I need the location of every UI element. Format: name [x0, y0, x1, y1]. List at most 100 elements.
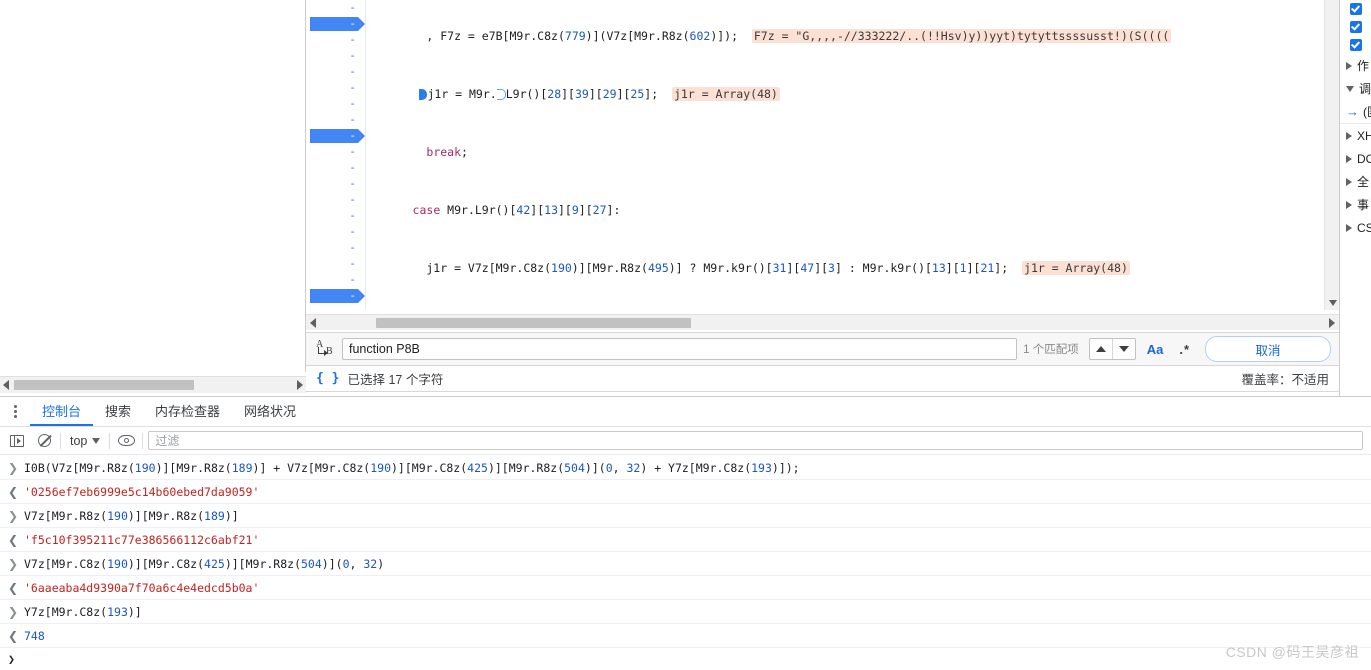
gutter-line[interactable]: - [306, 32, 365, 48]
debugger-section-4[interactable]: DO [1340, 147, 1371, 170]
debugger-section-label: DO [1357, 151, 1371, 166]
drawer-tab-bar: 控制台 搜索 内存检查器 网络状况 [0, 397, 1371, 427]
console-input-row[interactable]: ❯ I0B(V7z[M9r.R8z(190)][M9r.R8z(189)] + V… [0, 456, 1371, 480]
gutter-breakpoint[interactable]: - [306, 16, 365, 32]
console-output-row[interactable]: ❮ '6aaeaba4d9390a7f70a6c4e4edcd5b0a' [0, 576, 1371, 600]
regex-toggle[interactable]: .* [1174, 342, 1195, 357]
gutter-line[interactable]: - [306, 272, 365, 288]
breakpoint-checkbox-row[interactable] [1340, 0, 1371, 18]
code-line[interactable]: , F7z = e7B[M9r.C8z(779)](V7z[M9r.R8z(60… [367, 28, 1339, 44]
gutter-line[interactable]: - [306, 192, 365, 208]
scrollbar-thumb[interactable] [376, 318, 691, 328]
chevron-down-icon [1346, 85, 1354, 92]
drawer-tab-控制台[interactable]: 控制台 [30, 397, 94, 426]
gutter-breakpoint[interactable]: - [306, 128, 365, 144]
live-expression-button[interactable] [115, 430, 137, 452]
debugger-section-7[interactable]: CS [1340, 216, 1371, 239]
code-line[interactable]: j1r = M9r. L9r()[28][39][29][25]; j1r = A… [367, 86, 1339, 102]
gutter-line[interactable]: - [306, 144, 365, 160]
scroll-left-arrow-icon[interactable] [310, 318, 316, 328]
code-line[interactable]: case M9r.L9r()[42][13][9][27]: [367, 202, 1339, 218]
toolbar-divider [109, 432, 111, 449]
scroll-down-arrow-icon[interactable] [1329, 300, 1337, 306]
code-content[interactable]: , F7z = e7B[M9r.C8z(779)](V7z[M9r.R8z(60… [367, 0, 1339, 310]
gutter-line[interactable]: - [306, 240, 365, 256]
drawer-tab-网络状况[interactable]: 网络状况 [232, 397, 308, 426]
console-output-row[interactable]: ❮ 'f5c10f395211c77e386566112c6abf21' [0, 528, 1371, 552]
drawer-tab-内存检查器[interactable]: 内存检查器 [143, 397, 232, 426]
editor-vertical-scrollbar[interactable] [1324, 0, 1339, 310]
code-editor[interactable]: - - - - - - - - - - - - - - - - - - - - , F7z = e7B[M9r.C8z… [306, 0, 1339, 310]
navigator-horizontal-scrollbar[interactable] [0, 376, 306, 393]
code-line[interactable]: break; [367, 144, 1339, 160]
console-prompt-row[interactable]: ❯ [0, 648, 1371, 670]
console-input-row[interactable]: ❯ Y7z[M9r.C8z(193)] [0, 600, 1371, 624]
cancel-button[interactable]: 取消 [1205, 336, 1331, 362]
console-sidebar-toggle-button[interactable] [6, 430, 28, 452]
breakpoint-checkbox-row[interactable] [1340, 18, 1371, 36]
console-log[interactable]: ❯ I0B(V7z[M9r.R8z(190)][M9r.R8z(189)] + V… [0, 456, 1371, 670]
console-input-row[interactable]: ❯ V7z[M9r.R8z(190)][M9r.R8z(189)] [0, 504, 1371, 528]
gutter-line-number: - [349, 273, 356, 286]
result-arrow-icon: ❮ [8, 628, 19, 643]
scroll-left-arrow-icon[interactable] [3, 380, 9, 390]
more-options-icon[interactable] [6, 399, 24, 425]
expand-value-icon[interactable] [496, 89, 506, 100]
gutter-line[interactable]: - [306, 208, 365, 224]
checkbox-checked-icon[interactable] [1350, 39, 1362, 51]
debugger-section-1[interactable]: 调 [1340, 77, 1371, 100]
drawer-tab-搜索[interactable]: 搜索 [93, 397, 143, 426]
gutter-line-number: - [349, 209, 356, 222]
match-case-toggle[interactable]: Aa [1142, 342, 1169, 357]
replace-a-b-icon[interactable]: A B [314, 338, 336, 360]
debugger-section-6[interactable]: 事 [1340, 193, 1371, 216]
pretty-print-icon[interactable]: { } [316, 371, 339, 386]
navigator-pane[interactable] [0, 0, 306, 372]
checkbox-checked-icon[interactable] [1350, 3, 1362, 15]
debugger-section-5[interactable]: 全 [1340, 170, 1371, 193]
gutter-line[interactable]: - [306, 112, 365, 128]
console-output-row[interactable]: ❮ '0256ef7eb6999e5c14b60ebed7da9059' [0, 480, 1371, 504]
gutter-line-number: - [349, 49, 356, 62]
gutter-line-number: - [349, 257, 356, 270]
gutter-line[interactable]: - [306, 96, 365, 112]
scroll-right-arrow-icon[interactable] [297, 380, 303, 390]
gutter-line[interactable]: - [306, 256, 365, 272]
gutter-line-number: - [349, 129, 356, 142]
debugger-section-label: XH [1357, 128, 1371, 143]
gutter-breakpoint[interactable]: - [306, 288, 365, 304]
find-next-button[interactable] [1113, 339, 1135, 359]
result-arrow-icon: ❮ [8, 484, 19, 499]
gutter-line[interactable]: - [306, 48, 365, 64]
gutter-line-number: - [349, 225, 356, 238]
scroll-right-arrow-icon[interactable] [1329, 318, 1335, 328]
find-prev-button[interactable] [1090, 339, 1113, 359]
chevron-down-icon [1118, 346, 1129, 352]
debugger-section-2[interactable]: → (匿 [1340, 100, 1371, 124]
gutter-line[interactable]: - [306, 176, 365, 192]
gutter-line[interactable]: - [306, 0, 365, 16]
execution-context-selector[interactable]: top [66, 434, 104, 448]
console-output-row[interactable]: ❮ 748 [0, 624, 1371, 648]
debugger-section-0[interactable]: 作 [1340, 54, 1371, 77]
console-toolbar: top 过滤 [0, 427, 1371, 455]
debugger-section-3[interactable]: XH [1340, 124, 1371, 147]
console-row-text: Y7z[M9r.C8z(193)] [24, 604, 142, 619]
gutter-line[interactable]: - [306, 224, 365, 240]
checkbox-checked-icon[interactable] [1350, 21, 1362, 33]
gutter-line[interactable]: - [306, 160, 365, 176]
scrollbar-thumb[interactable] [14, 380, 194, 390]
console-filter-input[interactable]: 过滤 [148, 431, 1363, 450]
gutter-line[interactable]: - [306, 64, 365, 80]
console-input-row[interactable]: ❯ V7z[M9r.C8z(190)][M9r.C8z(425)][M9r.R8z… [0, 552, 1371, 576]
editor-gutter[interactable]: - - - - - - - - - - - - - - - - - - - - [306, 0, 366, 310]
gutter-line[interactable]: - [306, 304, 365, 310]
breakpoint-arrow-icon [358, 289, 365, 303]
gutter-line[interactable]: - [306, 80, 365, 96]
find-nav-buttons [1088, 338, 1136, 360]
clear-console-button[interactable] [33, 430, 55, 452]
editor-horizontal-scrollbar[interactable] [306, 314, 1339, 330]
find-input[interactable]: function P8B [342, 338, 1018, 360]
breakpoint-checkbox-row[interactable] [1340, 36, 1371, 54]
code-line[interactable]: j1r = V7z[M9r.C8z(190)][M9r.R8z(495)] ? … [367, 260, 1339, 276]
